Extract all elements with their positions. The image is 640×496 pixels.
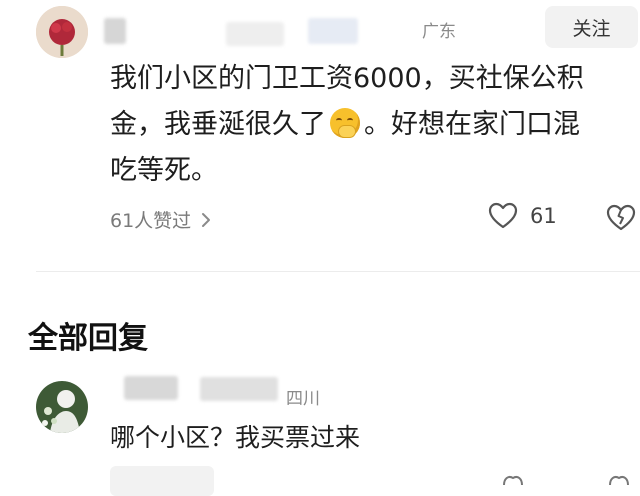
post-text-line: 金，我垂涎很久了 。好想在家门口混 <box>110 102 638 148</box>
reply-author-avatar[interactable] <box>36 381 88 433</box>
smiling-face-with-hand-over-mouth-emoji <box>330 108 360 138</box>
all-replies-heading: 全部回复 <box>28 321 148 356</box>
post-location: 广东 <box>422 22 456 42</box>
chevron-right-icon <box>202 212 211 227</box>
post-text-segment: 。好想在家门口混 <box>364 109 580 140</box>
reply-like-button[interactable] <box>500 470 530 489</box>
reply-content: 哪个小区？我买票过来 <box>110 423 361 452</box>
reply-meta-redacted <box>200 377 278 401</box>
broken-heart-icon <box>609 475 629 486</box>
post-author-name-redacted <box>226 22 284 46</box>
like-heart-icon <box>503 475 523 486</box>
post-author-name-redacted <box>104 18 126 44</box>
section-divider <box>36 271 640 272</box>
broken-heart-icon <box>606 204 636 231</box>
post-text-line: 我们小区的门卫工资6000，买社保公积 <box>110 63 584 94</box>
post-text-line: 吃等死。 <box>110 155 218 186</box>
avatar-image <box>36 381 88 433</box>
like-count: 61 <box>530 204 557 228</box>
like-heart-icon <box>488 202 518 229</box>
reply-action-button[interactable] <box>110 466 214 496</box>
post-author-avatar[interactable] <box>36 6 88 58</box>
follow-button[interactable]: 关注 <box>545 6 638 48</box>
dislike-button[interactable] <box>606 204 636 236</box>
avatar-image <box>36 6 88 58</box>
post-meta-redacted <box>308 18 358 44</box>
like-button[interactable]: 61 <box>488 202 557 230</box>
reply-dislike-button[interactable] <box>606 470 636 489</box>
reply-location: 四川 <box>286 389 320 409</box>
post-text-segment: 金，我垂涎很久了 <box>110 109 326 140</box>
likers-link[interactable]: 61人赞过 <box>110 206 211 233</box>
post-content: 我们小区的门卫工资6000，买社保公积 金，我垂涎很久了 。好想在家门口混 吃等死… <box>110 56 638 194</box>
likers-label: 61人赞过 <box>110 210 192 232</box>
reply-author-name-redacted <box>124 376 178 400</box>
